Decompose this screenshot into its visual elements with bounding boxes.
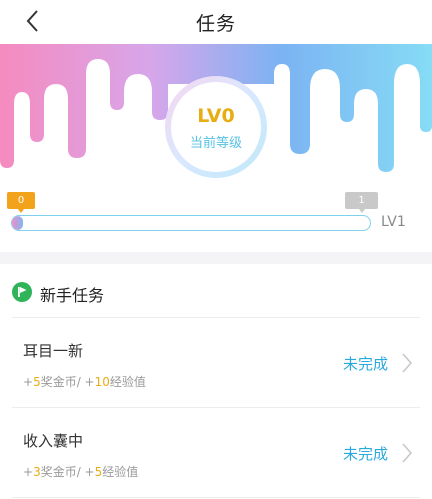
divider [12,497,420,498]
progress-fill [12,216,23,230]
chevron-right-icon [402,353,413,373]
nav-bar: 任务 [0,0,432,44]
progress-start-tag: 0 [7,192,35,213]
next-level-label: LV1 [381,214,406,230]
coin-amount: 5 [33,375,41,389]
page-title: 任务 [195,13,236,35]
level-badge-inner: LV0 当前等级 [171,82,261,172]
task-reward: +3奖金币/ +5经验值 [23,465,139,479]
task-row[interactable]: 收入囊中 +3奖金币/ +5经验值 未完成 [0,408,432,498]
task-reward: +5奖金币/ +10经验值 [23,375,146,389]
exp-amount: 10 [94,375,110,389]
section-header: 新手任务 [0,264,432,318]
level-progress: 0 1 LV1 [0,190,432,252]
current-level-value: LV0 [197,104,235,127]
section-gap [0,252,432,264]
coin-amount: 3 [33,465,41,479]
flag-icon [12,282,32,302]
progress-track [11,215,371,231]
task-name: 收入囊中 [23,432,84,450]
chevron-right-icon [402,443,413,463]
current-level-label: 当前等级 [189,135,242,151]
section-title: 新手任务 [40,286,105,305]
task-row[interactable]: 耳目一新 +5奖金币/ +10经验值 未完成 [0,318,432,408]
progress-end-tag: 1 [345,192,378,213]
task-status: 未完成 [342,355,388,373]
task-status: 未完成 [342,445,388,463]
task-name: 耳目一新 [23,342,84,360]
level-badge: LV0 当前等级 [165,76,267,178]
